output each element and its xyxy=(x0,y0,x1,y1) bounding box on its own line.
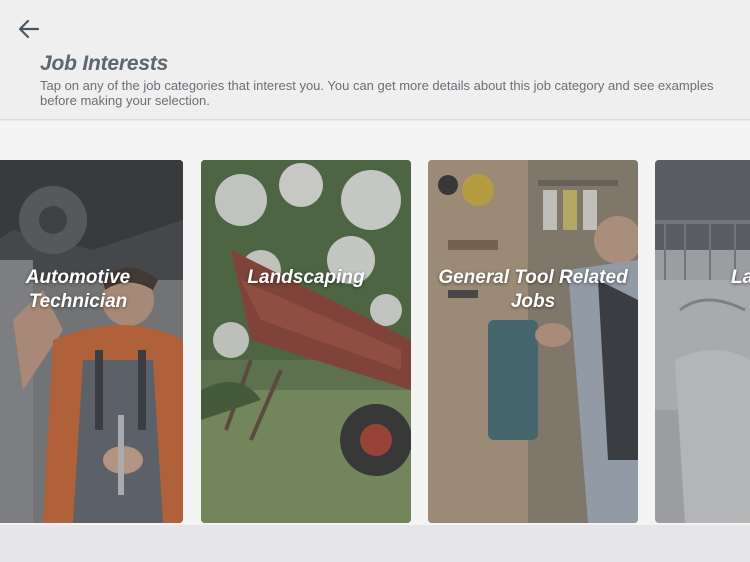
card-label: General Tool Related Jobs xyxy=(438,267,628,312)
back-button[interactable] xyxy=(14,14,44,44)
header: Job Interests Tap on any of the job cate… xyxy=(0,0,750,120)
arrow-left-icon xyxy=(18,19,40,39)
category-card-automotive-technician[interactable]: Automotive Technician xyxy=(0,160,183,523)
category-card-general-tool-related-jobs[interactable]: General Tool Related Jobs xyxy=(428,160,638,523)
category-card-landscaping[interactable]: Landscaping xyxy=(201,160,411,523)
footer-bar xyxy=(0,525,750,562)
card-label: Automotive Technician xyxy=(25,267,131,312)
page-description: Tap on any of the job categories that in… xyxy=(40,78,714,108)
card-label: Landscaping xyxy=(247,267,365,288)
page-title: Job Interests xyxy=(40,52,169,75)
card-label: Lau xyxy=(731,267,750,288)
category-card-partial[interactable]: Lau xyxy=(655,160,750,523)
